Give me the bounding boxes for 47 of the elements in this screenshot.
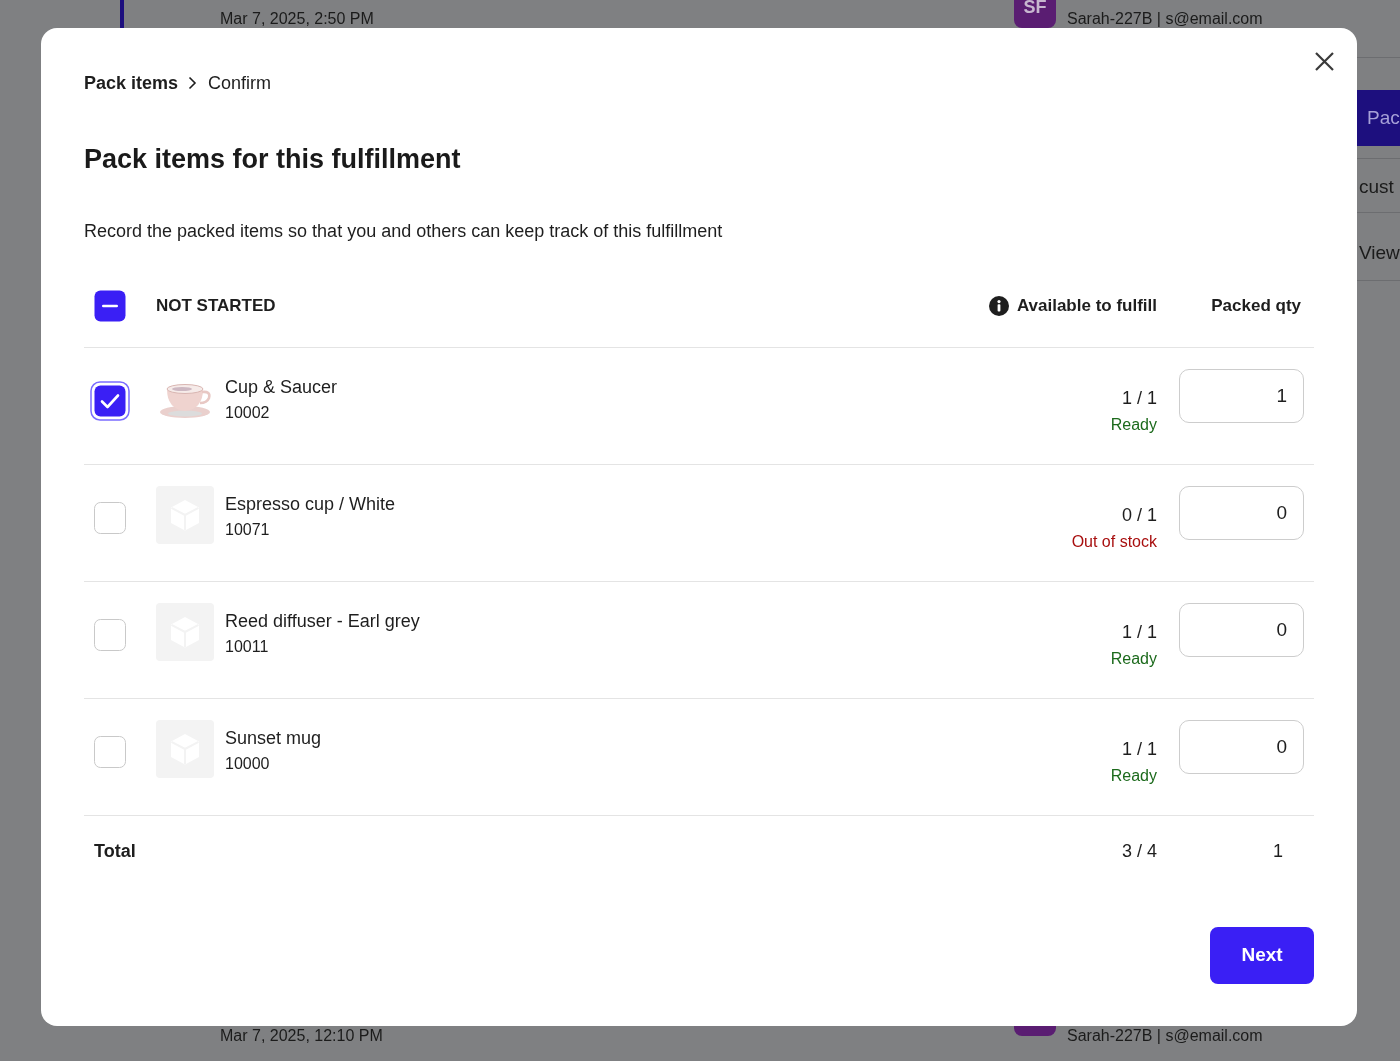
item-sku: 10071 xyxy=(225,520,271,540)
breadcrumb-current: Confirm xyxy=(208,72,272,95)
total-packed: 1 xyxy=(1272,839,1284,863)
dialog-description: Record the packed items so that you and others can keep track of this fulfillment xyxy=(84,220,724,243)
packed-qty-field[interactable]: 0 xyxy=(1179,486,1304,540)
customer-text: Sarah-227B | s@email.com xyxy=(1067,10,1263,28)
group-label: NOT STARTED xyxy=(156,294,276,317)
date-text: Mar 7, 2025, 2:50 PM xyxy=(220,10,375,28)
item-name: Reed diffuser - Earl grey xyxy=(225,610,420,633)
customer-text: Sarah-227B | s@email.com xyxy=(1067,1027,1263,1045)
available-quantity: 1 / 1 xyxy=(1121,621,1157,644)
available-quantity: 1 / 1 xyxy=(1121,387,1157,410)
checkbox[interactable] xyxy=(94,502,126,534)
item-name: Espresso cup / White xyxy=(225,493,396,516)
info-icon[interactable] xyxy=(988,295,1009,316)
item-name: Cup & Saucer xyxy=(225,376,338,399)
total-label: Total xyxy=(94,839,136,863)
dialog-title: Pack items for this fulfillment xyxy=(84,143,462,176)
stock-status: Ready xyxy=(1110,415,1157,435)
column-header: Available to fulfill xyxy=(1016,294,1157,317)
packed-qty-field[interactable]: 1 xyxy=(1179,369,1304,423)
menu-item[interactable]: cust xyxy=(1357,175,1400,199)
stock-status: Ready xyxy=(1110,766,1157,786)
total-available: 3 / 4 xyxy=(1120,839,1157,863)
checkbox[interactable] xyxy=(94,619,126,651)
action-button[interactable]: Pac xyxy=(1357,90,1400,146)
checkbox[interactable] xyxy=(94,736,126,768)
stock-status: Ready xyxy=(1110,649,1157,669)
stock-status: Out of stock xyxy=(1071,532,1157,552)
item-sku: 10002 xyxy=(225,403,271,423)
checkbox[interactable] xyxy=(94,289,126,322)
close-icon xyxy=(1314,51,1334,71)
date-text: Mar 7, 2025, 12:10 PM xyxy=(220,1027,384,1045)
available-quantity: 0 / 1 xyxy=(1121,504,1157,527)
next-button[interactable]: Next xyxy=(1210,927,1314,984)
packed-qty-field[interactable]: 0 xyxy=(1179,603,1304,657)
avatar: SF xyxy=(1014,0,1056,28)
item-sku: 10000 xyxy=(225,754,271,774)
packed-qty-field[interactable]: 0 xyxy=(1179,720,1304,774)
available-quantity: 1 / 1 xyxy=(1121,738,1157,761)
breadcrumb-link[interactable]: Pack items xyxy=(84,71,179,95)
item-sku: 10011 xyxy=(225,637,270,657)
item-name: Sunset mug xyxy=(225,727,322,750)
checkbox[interactable] xyxy=(90,381,130,421)
menu-item[interactable]: View xyxy=(1357,241,1400,265)
column-header: Packed qty xyxy=(1211,295,1301,315)
chevron-right-icon xyxy=(188,76,198,90)
